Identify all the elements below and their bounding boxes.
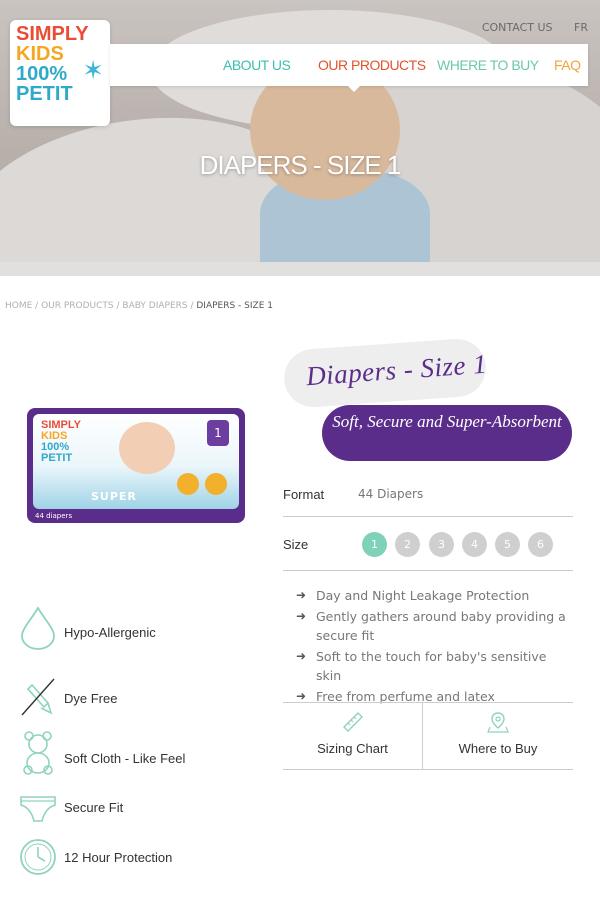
benefit-item: ➜ Soft to the touch for baby's sensitive … <box>296 647 566 685</box>
breadcrumb-products[interactable]: OUR PRODUCTS <box>41 301 114 311</box>
feature-item: Dye Free <box>18 673 268 723</box>
size-option-6[interactable]: 6 <box>528 532 553 557</box>
breadcrumb: HOME / OUR PRODUCTS / BABY DIAPERS / DIA… <box>5 301 273 311</box>
size-row: Size 1 2 3 4 5 6 <box>283 525 573 571</box>
size-option-1[interactable]: 1 <box>362 532 387 557</box>
package-baby-photo <box>119 422 175 474</box>
size-option-4[interactable]: 4 <box>462 532 487 557</box>
language-toggle-link[interactable]: FR <box>574 21 588 34</box>
clock-icon <box>20 839 56 875</box>
benefit-item: ➜ Day and Night Leakage Protection <box>296 586 566 605</box>
product-subtitle: Soft, Secure and Super-Absorbent <box>322 405 572 461</box>
feature-item: Soft Cloth - Like Feel <box>18 730 268 780</box>
format-row: Format 44 Diapers <box>283 478 573 517</box>
map-pin-icon <box>487 712 509 733</box>
logo-star-icon: ✶ <box>82 56 104 86</box>
arrow-right-icon: ➜ <box>296 649 307 663</box>
logo-line-simply: SIMPLY <box>16 23 89 45</box>
benefit-text: Gently gathers around baby providing a s… <box>316 609 566 643</box>
arrow-right-icon: ➜ <box>296 588 307 602</box>
product-benefits-list: ➜ Day and Night Leakage Protection ➜ Gentl… <box>296 586 566 708</box>
breadcrumb-separator: / <box>32 301 42 311</box>
where-to-buy-label: Where to Buy <box>458 741 538 756</box>
size-option-5[interactable]: 5 <box>495 532 520 557</box>
diaper-icon <box>20 796 56 822</box>
logo-line-petit: PETIT <box>16 83 73 105</box>
ruler-icon <box>342 712 363 732</box>
where-to-buy-button[interactable]: Where to Buy <box>423 703 573 769</box>
size-option-3[interactable]: 3 <box>429 532 454 557</box>
benefit-item: ➜ Gently gathers around baby providing a … <box>296 607 566 645</box>
feature-item: 12 Hour Protection <box>18 837 268 887</box>
feature-label: Soft Cloth - Like Feel <box>64 751 186 766</box>
top-utility-links: CONTACT US FR <box>464 21 588 34</box>
no-dye-icon <box>21 678 55 716</box>
nav-active-caret-icon <box>348 86 360 92</box>
feature-label: Secure Fit <box>64 800 124 815</box>
package-type-label: SUPER <box>91 490 137 503</box>
feature-label: Hypo-Allergenic <box>64 625 156 640</box>
package-size-badge: 1 <box>207 420 229 446</box>
sizing-chart-button[interactable]: Sizing Chart <box>283 703 422 769</box>
breadcrumb-home[interactable]: HOME <box>5 301 32 311</box>
feature-item: Hypo-Allergenic <box>18 605 268 655</box>
nav-about-us[interactable]: ABOUT US <box>223 57 291 73</box>
brand-logo[interactable]: SIMPLY KIDS 100% PETIT ✶ <box>10 20 110 126</box>
teddy-bear-icon <box>23 731 53 775</box>
format-label: Format <box>283 487 325 502</box>
nav-our-products[interactable]: OUR PRODUCTS <box>318 57 426 73</box>
package-badge-icon <box>177 473 199 495</box>
benefit-text: Day and Night Leakage Protection <box>316 588 530 603</box>
nav-faq[interactable]: FAQ <box>554 57 581 73</box>
size-option-2[interactable]: 2 <box>395 532 420 557</box>
product-package-image: SIMPLY KIDS 100% PETIT SUPER 1 44 diaper… <box>27 408 245 523</box>
contact-us-link[interactable]: CONTACT US <box>482 21 553 34</box>
nav-where-to-buy[interactable]: WHERE TO BUY <box>437 57 539 73</box>
benefit-text: Soft to the touch for baby's sensitive s… <box>316 649 547 683</box>
breadcrumb-category[interactable]: BABY DIAPERS <box>122 301 187 311</box>
package-logo: SIMPLY KIDS 100% PETIT <box>41 420 81 464</box>
droplet-icon <box>21 606 55 650</box>
package-front: SIMPLY KIDS 100% PETIT SUPER 1 <box>33 414 239 509</box>
product-actions: Sizing Chart Where to Buy <box>283 702 573 770</box>
package-count: 44 diapers <box>35 512 73 520</box>
feature-label: 12 Hour Protection <box>64 850 173 865</box>
arrow-right-icon: ➜ <box>296 609 307 623</box>
feature-item: Secure Fit <box>18 789 268 839</box>
package-brand-petit: PETIT <box>41 452 73 464</box>
main-navigation: ABOUT US OUR PRODUCTS WHERE TO BUY FAQ <box>110 44 588 92</box>
package-badge-icon <box>205 473 227 495</box>
hero-title: DIAPERS - SIZE 1 <box>199 150 402 180</box>
format-value: 44 Diapers <box>358 487 424 501</box>
breadcrumb-current: DIAPERS - SIZE 1 <box>196 301 273 311</box>
size-label: Size <box>283 537 309 552</box>
sizing-chart-label: Sizing Chart <box>317 741 388 756</box>
feature-label: Dye Free <box>64 691 118 706</box>
